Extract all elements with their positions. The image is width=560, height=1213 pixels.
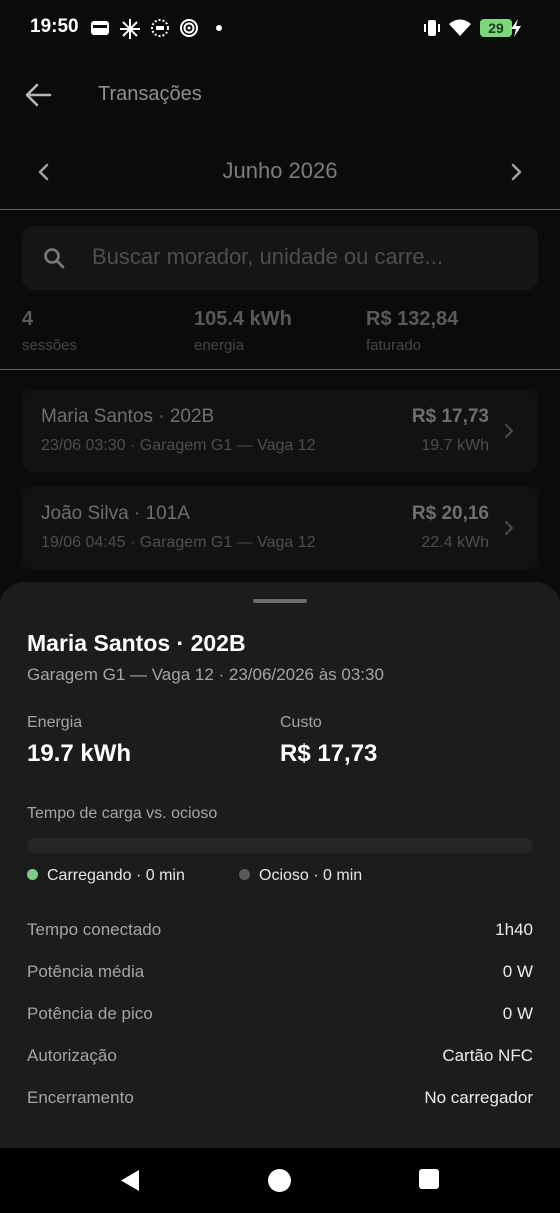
transaction-detail: 19/06 04:45 · Garagem G1 — Vaga 12 [41, 534, 316, 551]
idle-dot-icon [239, 869, 250, 880]
sheet-drag-handle[interactable] [253, 599, 307, 603]
recents-square-icon[interactable] [418, 1168, 440, 1190]
divider [0, 209, 560, 210]
detail-label: Potência de pico [27, 1004, 153, 1023]
spiral-icon [180, 19, 198, 37]
transaction-amount: R$ 17,73 [411, 406, 489, 427]
previous-month-button[interactable] [30, 158, 58, 186]
search-icon [44, 248, 65, 269]
dot-icon [216, 25, 222, 31]
detail-label: Encerramento [27, 1088, 134, 1107]
sheet-title: Maria Santos · 202B [27, 630, 246, 656]
charge-idle-bar [27, 838, 533, 853]
transaction-detail-sheet: Maria Santos · 202B Garagem G1 — Vaga 12… [0, 582, 560, 1148]
transaction-amount: R$ 20,16 [411, 503, 489, 524]
legend-charging-label: Carregando · 0 min [47, 867, 185, 884]
billed-value: R$ 132,84 [366, 308, 459, 330]
detail-row: Autorização Cartão NFC [27, 1046, 533, 1076]
legend-idle: Ocioso · 0 min [239, 867, 362, 885]
sparkle-icon [120, 19, 140, 39]
detail-value: 0 W [502, 1004, 533, 1023]
sessions-stat: 4 sessões [22, 308, 77, 354]
home-circle-icon[interactable] [267, 1168, 292, 1193]
chevron-right-icon [504, 423, 514, 439]
wallet-icon [91, 21, 109, 35]
charge-idle-bar-label: Tempo de carga vs. ocioso [27, 805, 218, 822]
energy-metric-label: Energia [27, 714, 83, 731]
month-navigator: Junho 2026 [0, 150, 560, 192]
month-label: Junho 2026 [222, 158, 338, 183]
detail-value: No carregador [424, 1088, 533, 1107]
billed-label: faturado [366, 337, 422, 354]
sheet-subtitle: Garagem G1 — Vaga 12 · 23/06/2026 às 03:… [27, 665, 384, 684]
sessions-label: sessões [22, 337, 78, 354]
search-box[interactable] [22, 226, 538, 290]
energy-value: 105.4 kWh [194, 308, 292, 330]
transaction-energy: 19.7 kWh [421, 437, 489, 454]
arrow-left-icon[interactable] [22, 78, 56, 112]
vibrate-icon [424, 20, 440, 36]
wifi-icon [449, 19, 471, 36]
detail-label: Potência média [27, 962, 145, 981]
sessions-value: 4 [22, 308, 34, 330]
divider [0, 369, 560, 370]
battery-icon: 29 [480, 19, 512, 37]
detail-value: Cartão NFC [442, 1046, 533, 1065]
legend-idle-label: Ocioso · 0 min [259, 867, 363, 884]
system-navigation-bar [0, 1148, 560, 1213]
transaction-name: João Silva · 101A [41, 503, 190, 524]
cost-metric-label: Custo [280, 714, 322, 731]
detail-row: Potência média 0 W [27, 962, 533, 992]
transaction-name: Maria Santos · 202B [41, 406, 215, 427]
energy-metric-value: 19.7 kWh [27, 740, 132, 767]
transaction-energy: 22.4 kWh [421, 534, 489, 551]
dotted-circle-icon [151, 19, 169, 37]
energy-stat: 105.4 kWh energia [194, 308, 292, 354]
energy-metric: Energia 19.7 kWh [27, 714, 131, 768]
detail-row: Tempo conectado 1h40 [27, 920, 533, 950]
search-input[interactable] [92, 244, 512, 270]
back-triangle-icon[interactable] [118, 1168, 142, 1193]
charging-bolt-icon [511, 19, 521, 37]
billed-stat: R$ 132,84 faturado [366, 308, 458, 354]
transaction-card[interactable]: Maria Santos · 202B 23/06 03:30 · Garage… [22, 390, 538, 472]
legend-charging: Carregando · 0 min [27, 867, 185, 885]
detail-row: Potência de pico 0 W [27, 1004, 533, 1034]
transaction-card[interactable]: João Silva · 101A 19/06 04:45 · Garagem … [22, 487, 538, 569]
charging-dot-icon [27, 869, 38, 880]
cost-metric: Custo R$ 17,73 [280, 714, 377, 768]
summary-stats: 4 sessões 105.4 kWh energia R$ 132,84 fa… [0, 308, 560, 358]
page-title: Transações [98, 83, 202, 105]
next-month-button[interactable] [502, 158, 530, 186]
transaction-detail: 23/06 03:30 · Garagem G1 — Vaga 12 [41, 437, 316, 454]
cost-metric-value: R$ 17,73 [280, 740, 378, 767]
energy-label: energia [194, 337, 245, 354]
status-bar: 19:50 29 [0, 0, 560, 56]
detail-value: 0 W [502, 962, 533, 981]
detail-value: 1h40 [495, 920, 533, 939]
detail-row: Encerramento No carregador [27, 1088, 533, 1118]
detail-label: Autorização [27, 1046, 117, 1065]
status-time: 19:50 [30, 16, 79, 37]
chevron-right-icon [504, 520, 514, 536]
detail-label: Tempo conectado [27, 920, 162, 939]
